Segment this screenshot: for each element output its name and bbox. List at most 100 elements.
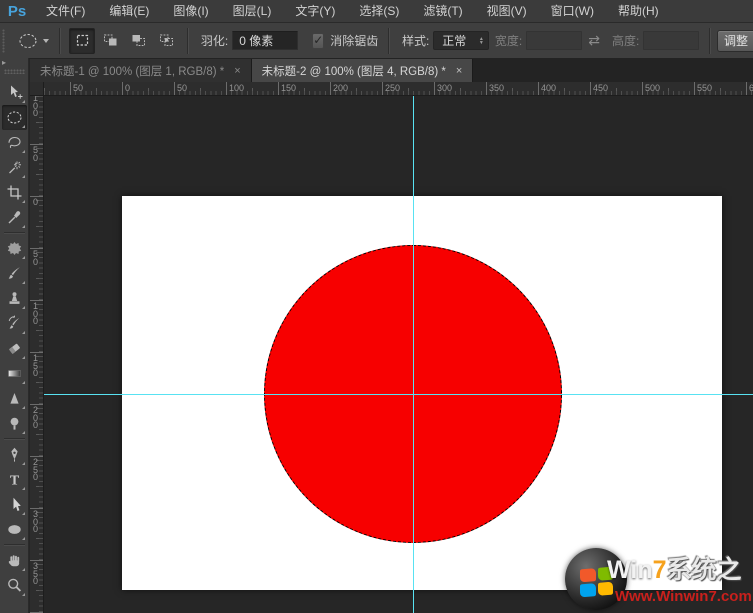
- menu-item[interactable]: 视图(V): [475, 1, 539, 22]
- ruler-label: 2 0 0: [33, 405, 39, 430]
- vertical-ruler[interactable]: 1 0 0 5 0 0 5 0 1 0 0 1 5 0 2 0 0 2 5 0 3 0 0 3 5…: [30, 96, 44, 613]
- flyout-triangle-icon: [21, 512, 25, 515]
- ellipse-tool[interactable]: [2, 517, 27, 542]
- ruler-major-tick: [278, 82, 279, 95]
- ruler-major-tick: [174, 82, 175, 95]
- flyout-triangle-icon: [21, 175, 25, 178]
- tool-preset-button[interactable]: [13, 30, 53, 52]
- ruler-label: 400: [541, 83, 557, 93]
- antialias-label: 消除锯齿: [330, 34, 379, 48]
- clone-stamp-tool[interactable]: [2, 286, 27, 311]
- flyout-triangle-icon: [21, 225, 25, 228]
- spot-healing-brush-tool-icon: [7, 242, 21, 255]
- ruler-label: 550: [697, 83, 713, 93]
- menu-item[interactable]: 帮助(H): [606, 1, 671, 22]
- path-selection-tool-icon: [13, 497, 21, 511]
- eraser-tool[interactable]: [2, 336, 27, 361]
- dodge-tool[interactable]: [2, 411, 27, 436]
- ruler-label: 250: [385, 83, 401, 93]
- antialias-checkbox[interactable]: ✓: [312, 32, 325, 49]
- document-tab-bar: 未标题-1 @ 100% (图层 1, RGB/8) * × 未标题-2 @ 100…: [30, 58, 753, 82]
- ruler-origin-corner[interactable]: [30, 82, 44, 96]
- hand-tool[interactable]: [2, 548, 27, 573]
- move-tool-icon: [10, 85, 22, 99]
- menu-item[interactable]: 图像(I): [161, 1, 220, 22]
- pen-tool[interactable]: [2, 442, 27, 467]
- tab-title: 未标题-1 @ 100% (图层 1, RGB/8) *: [40, 65, 225, 78]
- swap-width-height-icon[interactable]: ⇄: [588, 32, 600, 49]
- ruler-label: 2 5 0: [33, 457, 39, 482]
- width-input[interactable]: [526, 31, 583, 50]
- menu-bar: Ps 文件(F) 编辑(E) 图像(I) 图层(L) 文字(Y) 选择(S) 滤镜(T) 视图…: [0, 0, 753, 23]
- crop-tool-icon: [7, 185, 21, 200]
- tools-panel-grip[interactable]: [3, 69, 25, 74]
- watermark-brand-text: Win7系统之: [607, 550, 742, 586]
- ruler-label: 150: [281, 83, 297, 93]
- tools-panel: ▸ T: [0, 58, 29, 613]
- intersect-selection-button[interactable]: [153, 28, 179, 54]
- subtract-from-selection-icon: [132, 35, 145, 46]
- subtract-from-selection-button[interactable]: [125, 28, 151, 54]
- add-to-selection-button[interactable]: [97, 28, 123, 54]
- crop-tool[interactable]: [2, 180, 27, 205]
- menu-item[interactable]: 窗口(W): [539, 1, 606, 22]
- ruler-major-tick: [694, 82, 695, 95]
- new-selection-button[interactable]: [69, 27, 96, 54]
- style-select-value: 正常: [442, 34, 467, 48]
- elliptical-marquee-tool[interactable]: [1, 105, 27, 130]
- menu-item[interactable]: 滤镜(T): [411, 1, 474, 22]
- spot-healing-brush-tool[interactable]: [2, 236, 27, 261]
- vertical-guide[interactable]: [413, 96, 414, 613]
- history-brush-tool[interactable]: [2, 311, 27, 336]
- ruler-major-tick: [746, 82, 747, 95]
- move-tool[interactable]: [2, 80, 27, 105]
- canvas-document[interactable]: [122, 196, 722, 590]
- document-tab[interactable]: 未标题-2 @ 100% (图层 4, RGB/8) * ×: [251, 59, 474, 82]
- menu-item[interactable]: 编辑(E): [97, 1, 161, 22]
- tab-close-icon[interactable]: ×: [232, 65, 242, 77]
- flyout-triangle-icon: [21, 150, 25, 153]
- document-tab[interactable]: 未标题-1 @ 100% (图层 1, RGB/8) * ×: [30, 59, 252, 82]
- menu-item[interactable]: 文件(F): [34, 1, 97, 22]
- flyout-triangle-icon: [21, 200, 25, 203]
- ruler-label: 3 5 0: [33, 561, 39, 586]
- ruler-label: 3 0 0: [33, 509, 39, 534]
- ruler-major-tick: [538, 82, 539, 95]
- height-input[interactable]: [643, 31, 700, 50]
- pen-tool-icon: [10, 447, 18, 462]
- ruler-label: 100: [229, 83, 245, 93]
- flyout-triangle-icon: [21, 537, 25, 540]
- feather-label: 羽化:: [200, 34, 229, 48]
- selection-mode-group: [69, 27, 179, 54]
- options-bar-grip[interactable]: [2, 28, 6, 53]
- zoom-tool[interactable]: [2, 573, 27, 598]
- toolbar-separator: [3, 544, 25, 546]
- lasso-tool[interactable]: [2, 130, 27, 155]
- brush-tool[interactable]: [2, 261, 27, 286]
- menu-item[interactable]: 文字(Y): [283, 1, 347, 22]
- new-selection-icon: [76, 34, 88, 46]
- eyedropper-tool[interactable]: [2, 205, 27, 230]
- refine-edge-button[interactable]: 调整: [717, 29, 753, 52]
- gradient-tool[interactable]: [2, 361, 27, 386]
- flyout-triangle-icon: [21, 125, 25, 128]
- panel-collapse-icon[interactable]: ▸: [0, 58, 6, 67]
- ruler-label: 450: [593, 83, 609, 93]
- feather-input[interactable]: [232, 31, 299, 50]
- menu-item[interactable]: 图层(L): [221, 1, 284, 22]
- ruler-label: 50: [73, 83, 84, 93]
- horizontal-ruler[interactable]: 50050100150200250300350400450500550600: [44, 82, 753, 96]
- type-tool[interactable]: T: [2, 467, 27, 492]
- tab-title: 未标题-2 @ 100% (图层 4, RGB/8) *: [261, 65, 446, 78]
- intersect-selection-icon: [159, 34, 173, 46]
- tab-close-icon[interactable]: ×: [454, 65, 464, 77]
- style-select[interactable]: 正常 ▲ ▼: [433, 31, 489, 50]
- menu-item[interactable]: 选择(S): [347, 1, 411, 22]
- ruler-major-tick: [122, 82, 123, 95]
- canvas-viewport[interactable]: [44, 96, 753, 613]
- ruler-label: 0: [33, 197, 39, 207]
- path-selection-tool[interactable]: [2, 492, 27, 517]
- sharpen-tool[interactable]: [2, 386, 27, 411]
- magic-wand-tool[interactable]: [2, 155, 27, 180]
- horizontal-guide[interactable]: [44, 394, 753, 395]
